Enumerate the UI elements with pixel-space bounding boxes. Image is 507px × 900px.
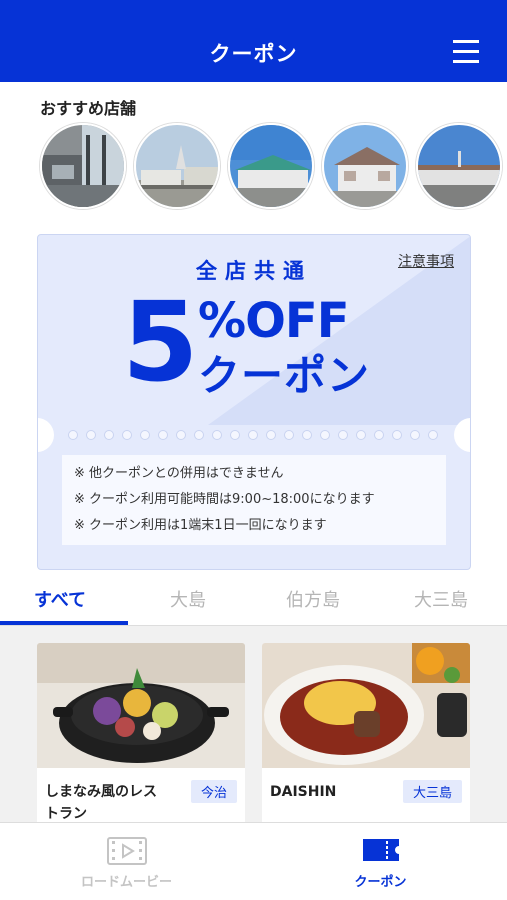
perforation-dot <box>320 430 330 440</box>
perforation-dot <box>86 430 96 440</box>
nav-road-movie-label: ロードムービー <box>80 875 172 890</box>
store-card-name: しまなみ風のレストラン <box>45 784 157 822</box>
perforation-dot <box>122 430 132 440</box>
coupon-note: ※ クーポン利用可能時間は9:00~18:00になります <box>74 492 375 507</box>
perforation-dot <box>230 430 240 440</box>
store-photo-2 <box>136 125 218 207</box>
store-photo-1 <box>42 125 124 207</box>
active-tab-indicator <box>0 621 128 625</box>
store-card-image <box>37 643 245 768</box>
perforation-dot <box>392 430 402 440</box>
perforation-dot <box>194 430 204 440</box>
store-avatar-5[interactable] <box>416 123 502 209</box>
film-icon <box>106 837 147 865</box>
perforation-dot <box>410 430 420 440</box>
ticket-icon <box>362 839 399 861</box>
perforation-dot <box>104 430 114 440</box>
area-tabs: すべて 大島 伯方島 大三島 <box>0 578 507 626</box>
coupon-note: ※ クーポン利用は1端末1日一回になります <box>74 518 327 533</box>
perforation-dot <box>284 430 294 440</box>
food-photo-omurice <box>262 643 470 768</box>
notice-link[interactable]: 注意事項 <box>398 251 454 271</box>
store-photo-4 <box>324 125 406 207</box>
hamburger-menu-icon[interactable] <box>453 40 479 63</box>
store-card-image <box>262 643 470 768</box>
nav-coupon-label: クーポン <box>354 875 407 890</box>
coupon-discount-number: 5 <box>122 278 199 406</box>
tab-all[interactable]: すべて <box>34 586 86 612</box>
perforation-dot <box>176 430 186 440</box>
app-header: クーポン <box>0 0 507 82</box>
store-photo-5 <box>418 125 500 207</box>
perforation-dot <box>212 430 222 440</box>
nav-road-movie[interactable]: ロードムービー <box>0 823 253 900</box>
recommended-stores-title: おすすめ店舗 <box>40 99 137 118</box>
store-card-area-badge: 大三島 <box>402 780 462 803</box>
tab-hakatajima[interactable]: 伯方島 <box>286 586 340 612</box>
perforation-dot <box>356 430 366 440</box>
store-card[interactable]: しまなみ風のレストラン 今治 <box>37 643 245 833</box>
food-photo-stew <box>37 643 245 768</box>
perforation-dot <box>158 430 168 440</box>
perforation-dot <box>374 430 384 440</box>
store-card-list: しまなみ風のレストラン 今治 DAISHIN 大三島 <box>0 626 507 833</box>
store-avatar-3[interactable] <box>228 123 314 209</box>
coupon-perforation <box>68 430 442 442</box>
tab-omishima[interactable]: 大三島 <box>414 586 468 612</box>
store-card-name: DAISHIN <box>270 784 337 800</box>
page-title: クーポン <box>209 42 298 66</box>
perforation-dot <box>302 430 312 440</box>
tab-oshima[interactable]: 大島 <box>170 586 206 612</box>
perforation-dot <box>248 430 258 440</box>
nav-coupon[interactable]: クーポン <box>254 823 507 900</box>
store-card[interactable]: DAISHIN 大三島 <box>262 643 470 833</box>
perforation-dot <box>68 430 78 440</box>
coupon-card[interactable]: 全店共通 注意事項 5 %OFF クーポン ※ 他クーポンとの併用はできません … <box>37 234 471 570</box>
perforation-dot <box>428 430 438 440</box>
coupon-notes: ※ 他クーポンとの併用はできません ※ クーポン利用可能時間は9:00~18:0… <box>62 455 446 545</box>
store-avatar-2[interactable] <box>134 123 220 209</box>
coupon-note: ※ 他クーポンとの併用はできません <box>74 466 284 481</box>
coupon-percent-off: %OFF <box>198 293 349 349</box>
store-avatar-4[interactable] <box>322 123 408 209</box>
perforation-dot <box>140 430 150 440</box>
bottom-navigation: ロードムービー クーポン <box>0 822 507 900</box>
store-card-area-badge: 今治 <box>190 780 237 803</box>
coupon-word: クーポン <box>198 351 371 400</box>
recommended-stores-list <box>40 123 502 209</box>
perforation-dot <box>266 430 276 440</box>
store-avatar-1[interactable] <box>40 123 126 209</box>
perforation-dot <box>338 430 348 440</box>
store-photo-3 <box>230 125 312 207</box>
